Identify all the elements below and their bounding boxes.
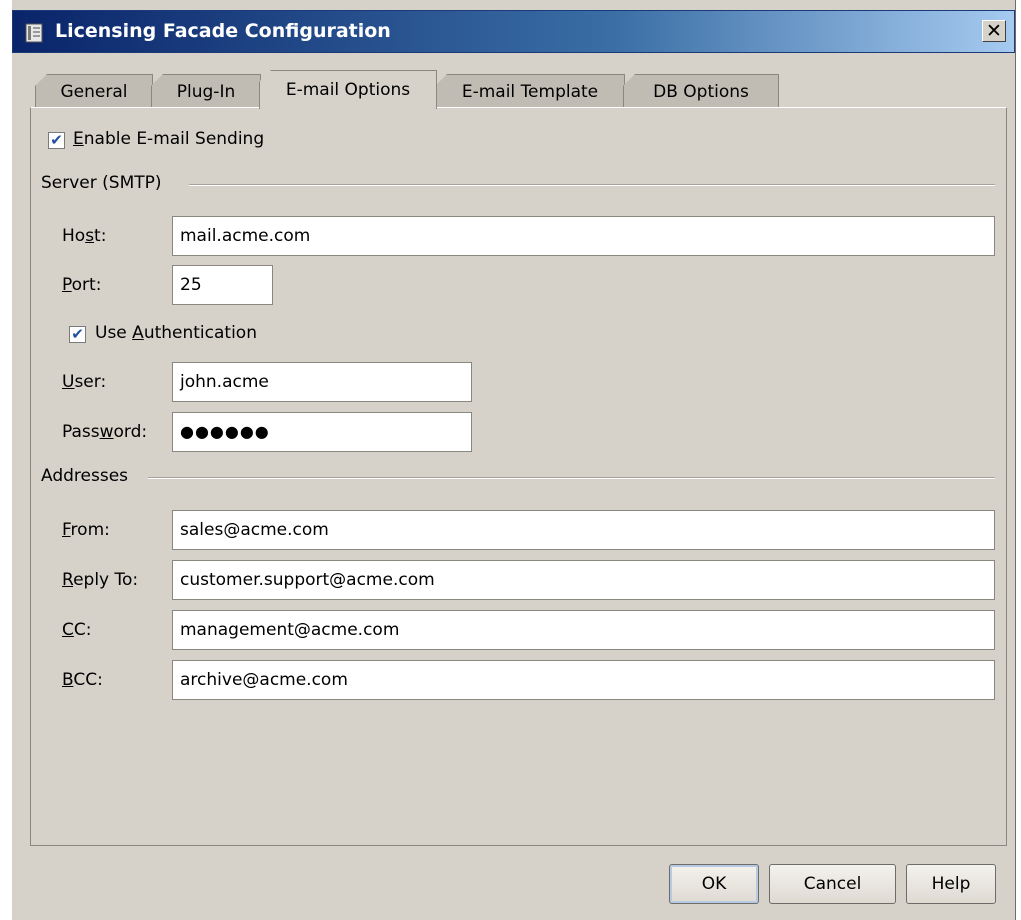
close-icon: ✕ bbox=[986, 19, 1002, 42]
app-document-icon bbox=[25, 23, 43, 43]
user-label: User: bbox=[62, 372, 107, 392]
title-bar[interactable]: Licensing Facade Configuration ✕ bbox=[12, 10, 1015, 53]
server-section-divider bbox=[189, 184, 995, 185]
bcc-input[interactable]: archive@acme.com bbox=[172, 660, 995, 700]
check-icon: ✔ bbox=[50, 131, 63, 149]
tab-email-options[interactable]: E-mail Options bbox=[259, 70, 437, 109]
help-button[interactable]: Help bbox=[906, 864, 996, 904]
host-label: Host: bbox=[62, 226, 107, 246]
use-authentication-checkbox[interactable]: ✔ bbox=[69, 326, 86, 343]
tab-email-template[interactable]: E-mail Template bbox=[435, 74, 625, 108]
window-title: Licensing Facade Configuration bbox=[55, 20, 391, 42]
cc-input[interactable]: management@acme.com bbox=[172, 610, 995, 650]
tab-db-options[interactable]: DB Options bbox=[623, 74, 779, 108]
bcc-label: BCC: bbox=[62, 670, 103, 690]
use-authentication-label[interactable]: Use Authentication bbox=[95, 323, 257, 343]
user-input[interactable]: john.acme bbox=[172, 362, 472, 402]
close-button[interactable]: ✕ bbox=[982, 20, 1006, 42]
check-icon: ✔ bbox=[71, 325, 84, 343]
addresses-section-divider bbox=[148, 477, 995, 478]
tab-panel-email-options: ✔ Enable E-mail Sending Server (SMTP) Ho… bbox=[30, 107, 1007, 846]
tab-plug-in[interactable]: Plug-In bbox=[151, 74, 261, 108]
tab-bar: General Plug-In E-mail Options E-mail Te… bbox=[35, 70, 1015, 109]
reply-to-label: Reply To: bbox=[62, 570, 139, 590]
from-input[interactable]: sales@acme.com bbox=[172, 510, 995, 550]
dialog-window: Licensing Facade Configuration ✕ General… bbox=[11, 0, 1016, 920]
password-label: Password: bbox=[62, 422, 148, 442]
enable-email-checkbox[interactable]: ✔ bbox=[48, 132, 65, 149]
reply-to-input[interactable]: customer.support@acme.com bbox=[172, 560, 995, 600]
server-section-label: Server (SMTP) bbox=[41, 173, 162, 193]
enable-email-label[interactable]: Enable E-mail Sending bbox=[73, 129, 264, 149]
addresses-section-label: Addresses bbox=[41, 466, 129, 486]
port-input[interactable]: 25 bbox=[172, 265, 273, 305]
password-input[interactable]: ●●●●●● bbox=[172, 412, 472, 452]
from-label: From: bbox=[62, 520, 110, 540]
port-label: Port: bbox=[62, 275, 102, 295]
host-input[interactable]: mail.acme.com bbox=[172, 216, 995, 256]
cc-label: CC: bbox=[62, 620, 92, 640]
tab-general[interactable]: General bbox=[35, 74, 153, 108]
ok-button[interactable]: OK bbox=[669, 864, 759, 904]
cancel-button[interactable]: Cancel bbox=[769, 864, 896, 904]
